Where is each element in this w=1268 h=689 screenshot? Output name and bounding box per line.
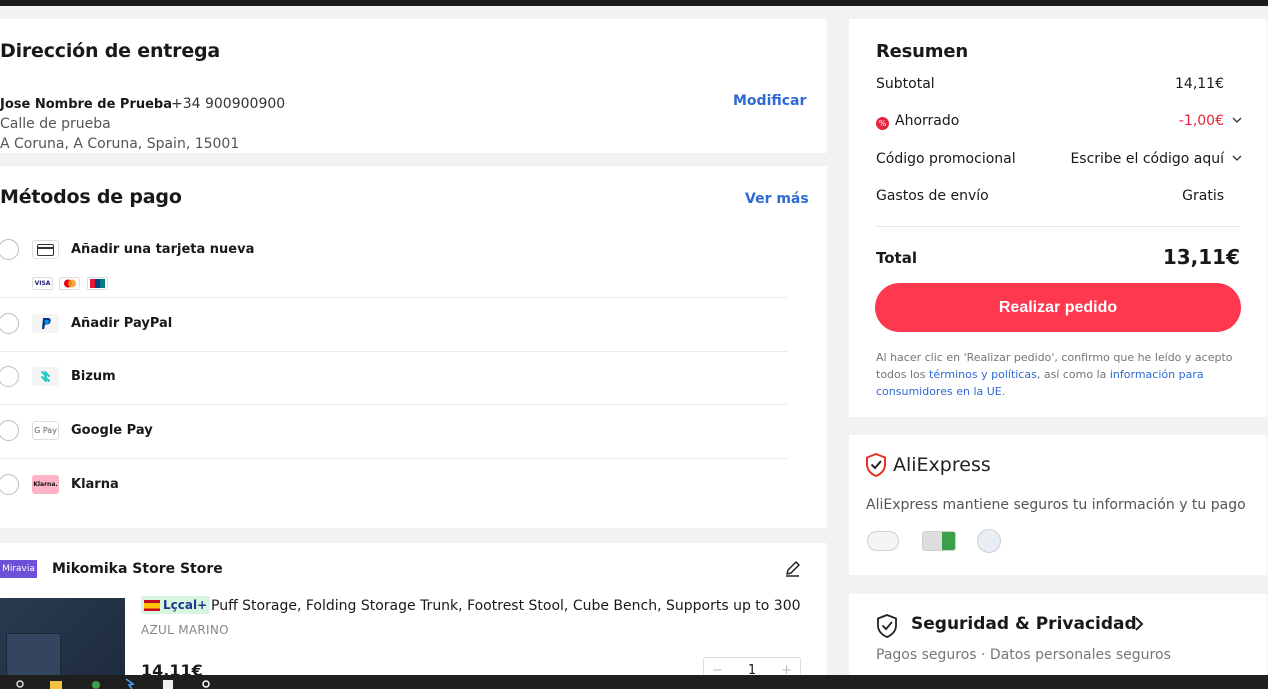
browser-icon[interactable] (90, 678, 102, 689)
spain-flag-icon (144, 599, 160, 611)
bizum-icon (32, 367, 59, 386)
credit-card-icon (32, 240, 59, 259)
see-more-link[interactable]: Ver más (745, 191, 809, 207)
payment-radio[interactable] (0, 366, 19, 387)
summary-divider (876, 226, 1240, 227)
total-label: Total (876, 249, 917, 267)
payment-option-klarna[interactable]: Klarna. Klarna (0, 459, 788, 513)
payment-option-paypal[interactable]: Añadir PayPal (0, 298, 788, 352)
os-taskbar (0, 675, 1268, 689)
chevron-right-icon[interactable] (1134, 616, 1144, 632)
security-seal-icon (867, 531, 899, 551)
delivery-title: Dirección de entrega (0, 40, 221, 62)
chevron-down-icon[interactable] (1232, 153, 1242, 163)
shipping-value: Gratis (1182, 188, 1224, 204)
notepad-icon[interactable] (162, 678, 174, 689)
terms-link[interactable]: términos y políticas (929, 368, 1037, 381)
visa-icon: VISA (32, 277, 53, 290)
payment-radio[interactable] (0, 420, 19, 441)
saved-value: -1,00€ (1178, 113, 1224, 129)
recipient-name: Jose Nombre de Prueba (0, 97, 173, 112)
paypal-icon (32, 314, 59, 333)
chevron-down-icon[interactable] (1232, 115, 1242, 125)
store-badge: Miravia (0, 560, 37, 578)
security-title[interactable]: Seguridad & Privacidad (911, 614, 1137, 634)
top-bar (0, 0, 1268, 6)
order-summary-card: Resumen Subtotal 14,11€ % Ahorrado -1,00€… (849, 19, 1267, 417)
google-pay-icon: G Pay (32, 421, 59, 440)
shipping-label: Gastos de envío (876, 188, 989, 204)
cursor-icon[interactable] (124, 678, 136, 689)
payment-option-google-pay[interactable]: G Pay Google Pay (0, 405, 788, 459)
shield-check-icon (877, 614, 897, 638)
aliexpress-brand: AliExpress (893, 454, 991, 476)
legal-notice: Al hacer clic en 'Realizar pedido', conf… (876, 351, 1233, 398)
pci-seal-icon (922, 531, 956, 551)
payment-option-label: Klarna (71, 477, 119, 492)
local-plus-badge: Lçcal+ (141, 596, 211, 614)
shield-check-icon (866, 453, 886, 477)
trust-text: AliExpress mantiene seguros tu informaci… (866, 497, 1246, 513)
klarna-icon: Klarna. (32, 475, 59, 494)
folder-icon[interactable] (50, 678, 62, 689)
certification-seal-icon (977, 529, 1001, 553)
gear-icon[interactable] (200, 678, 212, 689)
payment-option-label: Google Pay (71, 423, 153, 438)
payment-option-card[interactable]: Añadir una tarjeta nueva VISA (0, 234, 788, 298)
address-city: A Coruna, A Coruna, Spain, 15001 (0, 136, 240, 152)
modify-address-link[interactable]: Modificar (733, 93, 806, 109)
trust-card: AliExpress AliExpress mantiene seguros t… (849, 435, 1267, 575)
payment-radio[interactable] (0, 313, 19, 334)
payment-radio[interactable] (0, 474, 19, 495)
subtotal-row: Subtotal 14,11€ (876, 76, 1242, 96)
mastercard-icon (59, 277, 80, 290)
promo-label: Código promocional (876, 151, 1016, 167)
promo-input[interactable]: Escribe el código aquí (1070, 151, 1224, 167)
unionpay-icon (87, 277, 108, 290)
payment-methods-card: Métodos de pago Ver más Añadir una tarje… (0, 166, 827, 528)
shipping-row: Gastos de envío Gratis (876, 188, 1242, 208)
saved-row[interactable]: % Ahorrado -1,00€ (876, 113, 1242, 133)
discount-icon: % (876, 117, 889, 130)
subtotal-value: 14,11€ (1175, 76, 1224, 92)
payment-option-label: Bizum (71, 369, 116, 384)
place-order-button[interactable]: Realizar pedido (875, 283, 1241, 332)
delivery-address-card: Dirección de entrega Jose Nombre de Prue… (0, 19, 827, 153)
security-subtitle: Pagos seguros · Datos personales seguros (876, 647, 1171, 663)
payment-option-label: Añadir PayPal (71, 316, 173, 331)
payment-option-bizum[interactable]: Bizum (0, 352, 788, 405)
address-street: Calle de prueba (0, 116, 111, 132)
saved-label: Ahorrado (895, 113, 960, 129)
payment-title: Métodos de pago (0, 186, 182, 208)
payment-radio[interactable] (0, 239, 19, 260)
product-title[interactable]: Puff Storage, Folding Storage Trunk, Foo… (211, 598, 801, 614)
settings-gear-icon[interactable] (14, 678, 26, 689)
recipient-phone: +34 900900900 (171, 96, 286, 112)
summary-title: Resumen (876, 41, 968, 62)
product-variant: AZUL MARINO (141, 623, 229, 637)
local-plus-text: Lçcal+ (163, 598, 208, 612)
store-order-card: Miravia Mikomika Store Store Lçcal+ Puff… (0, 543, 827, 689)
store-name[interactable]: Mikomika Store Store (52, 561, 223, 577)
aliexpress-logo: AliExpress (865, 453, 991, 477)
subtotal-label: Subtotal (876, 76, 935, 92)
edit-icon[interactable] (784, 560, 801, 577)
promo-code-row[interactable]: Código promocional Escribe el código aqu… (876, 151, 1242, 171)
total-value: 13,11€ (1162, 245, 1240, 269)
payment-option-label: Añadir una tarjeta nueva (71, 242, 255, 257)
